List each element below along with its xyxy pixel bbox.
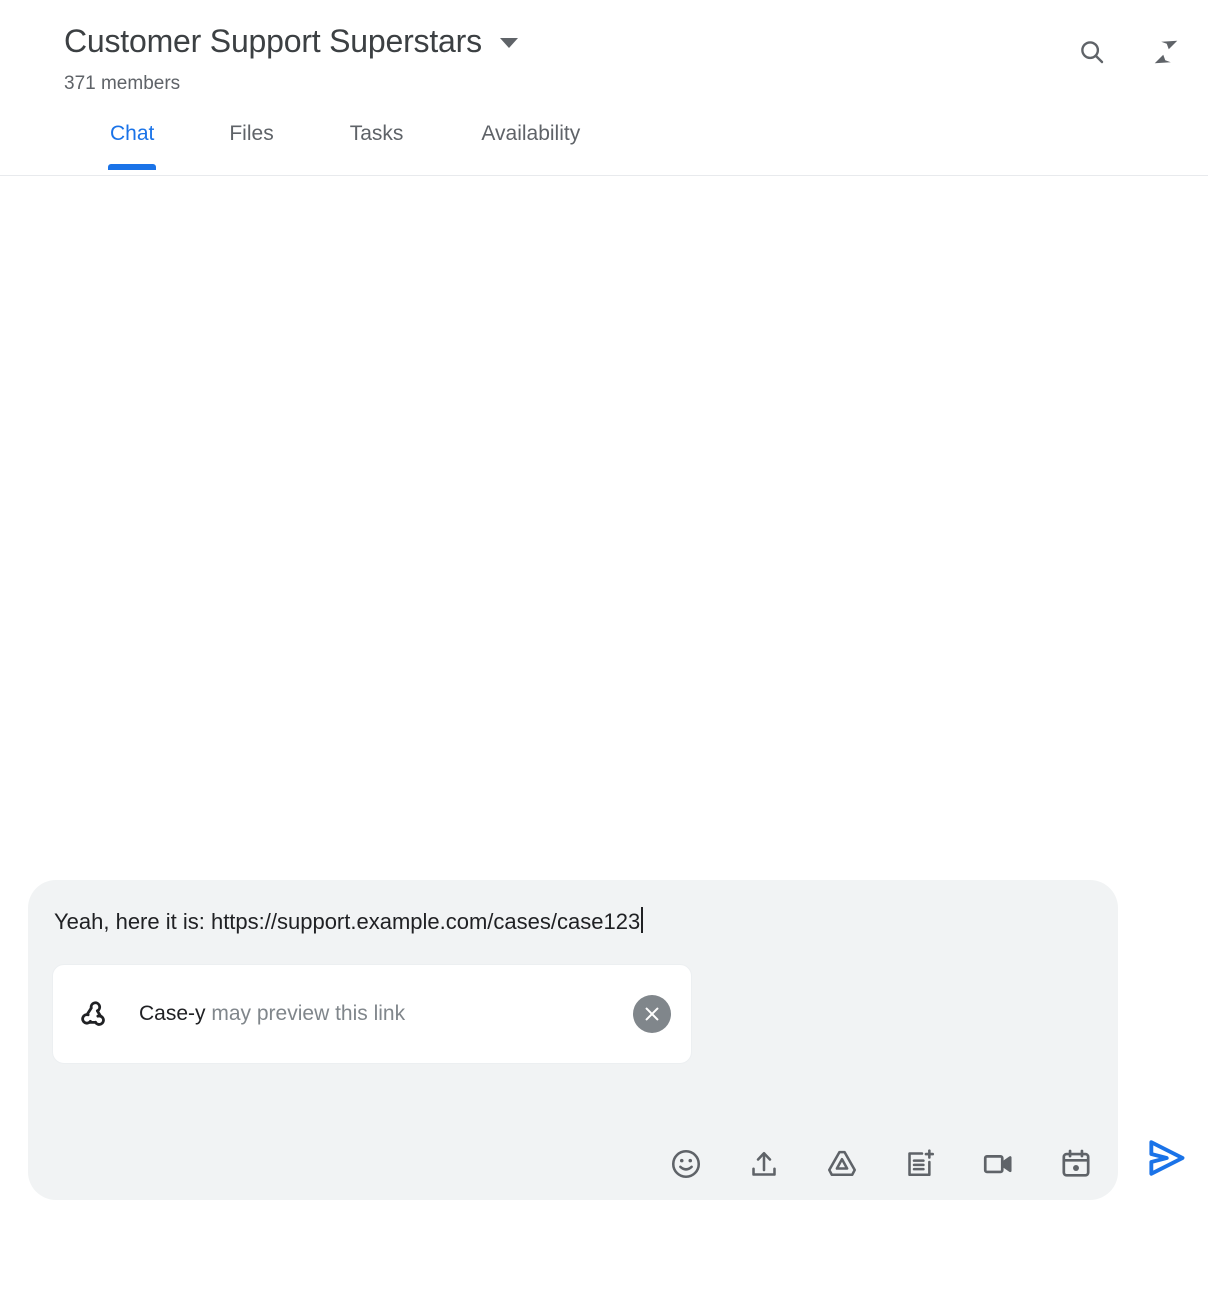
send-button[interactable]	[1140, 1132, 1192, 1184]
collapse-icon	[1154, 40, 1178, 64]
google-chat-space-panel: Customer Support Superstars 371 members	[0, 0, 1208, 1290]
chip-icon-wrap	[77, 997, 111, 1031]
compose-row: Yeah, here it is: https://support.exampl…	[28, 880, 1208, 1200]
compose-box[interactable]: Yeah, here it is: https://support.exampl…	[28, 880, 1118, 1200]
new-doc-icon	[908, 1149, 935, 1177]
upload-button[interactable]	[744, 1144, 784, 1184]
tab-tasks[interactable]: Tasks	[350, 120, 404, 170]
drive-icon	[827, 1150, 857, 1177]
emoji-icon	[671, 1149, 701, 1179]
text-cursor	[641, 907, 644, 933]
collapse-button[interactable]	[1146, 32, 1186, 72]
tab-chat[interactable]: Chat	[107, 120, 157, 170]
send-icon	[1149, 1140, 1185, 1176]
emoji-button[interactable]	[666, 1144, 706, 1184]
space-header: Customer Support Superstars 371 members	[0, 0, 1208, 176]
tab-files[interactable]: Files	[229, 120, 273, 170]
webhook-icon	[81, 1001, 105, 1026]
space-title-row[interactable]: Customer Support Superstars	[64, 18, 1184, 64]
chevron-down-icon[interactable]	[499, 38, 518, 48]
search-icon	[1081, 41, 1104, 64]
link-preview-app-name: Case-y	[139, 1002, 206, 1025]
calendar-icon	[1062, 1149, 1090, 1177]
link-preview-suffix: may preview this link	[205, 1002, 406, 1025]
video-icon	[983, 1155, 1012, 1174]
link-preview-text: Case-y may preview this link	[139, 1000, 405, 1028]
member-count-label: 371 members	[64, 73, 181, 94]
page-title: Customer Support Superstars	[64, 23, 482, 59]
link-preview-close-button[interactable]	[633, 995, 671, 1033]
link-preview-chip: Case-y may preview this link	[52, 964, 692, 1064]
new-doc-button[interactable]	[900, 1144, 940, 1184]
compose-toolbar	[666, 1144, 1096, 1184]
tab-availability[interactable]: Availability	[481, 120, 580, 170]
search-button[interactable]	[1072, 32, 1112, 72]
upload-icon	[752, 1151, 776, 1176]
header-actions	[1072, 32, 1186, 72]
compose-input-value: Yeah, here it is: https://support.exampl…	[54, 909, 641, 934]
space-tabs: Chat Files Tasks Availability	[0, 120, 1208, 176]
video-button[interactable]	[978, 1144, 1018, 1184]
close-icon	[645, 1007, 659, 1021]
message-input[interactable]: Yeah, here it is: https://support.exampl…	[52, 906, 1094, 938]
drive-button[interactable]	[822, 1144, 862, 1184]
calendar-button[interactable]	[1056, 1144, 1096, 1184]
